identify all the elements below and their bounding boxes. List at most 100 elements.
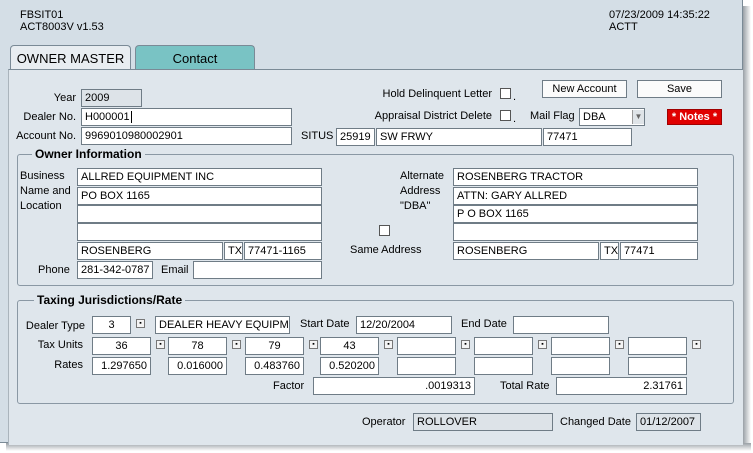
alternate-label-2: Address [400, 185, 441, 197]
dealer-type-label: Dealer Type [25, 320, 85, 332]
tax-unit-4-field[interactable]: 43 [320, 337, 379, 355]
main-window: FBSIT01 ACT8003V v1.53 07/23/2009 14:35:… [0, 0, 743, 445]
hold-delinquent-label: Hold Delinquent Letter [382, 88, 492, 100]
rate-7-field[interactable] [551, 357, 610, 375]
alt-line2-field[interactable]: ATTN: GARY ALLRED [453, 187, 698, 205]
account-no-label: Account No. [16, 130, 76, 142]
total-rate-field[interactable]: 2.31761 [556, 377, 687, 395]
end-date-label: End Date [461, 318, 507, 330]
year-label: Year [53, 92, 76, 104]
hold-delinquent-dot: . [513, 91, 517, 103]
tax-unit-6-spin-icon[interactable]: ▪ [538, 340, 547, 349]
end-date-field[interactable] [513, 316, 609, 334]
tax-unit-8-spin-icon[interactable]: ▪ [692, 340, 701, 349]
tax-unit-7-spin-icon[interactable]: ▪ [615, 340, 624, 349]
year-field[interactable]: 2009 [81, 89, 142, 107]
situs-zip-field[interactable]: 77471 [543, 128, 632, 146]
dealer-no-value: H000001 [85, 111, 130, 123]
dealer-type-code-field[interactable]: 3 [92, 316, 131, 334]
email-label: Email [161, 264, 189, 276]
rate-3-field[interactable]: 0.483760 [245, 357, 304, 375]
total-rate-label: Total Rate [500, 380, 550, 392]
alternate-label-3: "DBA" [400, 200, 431, 212]
dealer-type-desc-field[interactable]: DEALER HEAVY EQUIPMEN [155, 316, 290, 334]
phone-label: Phone [38, 264, 70, 276]
tax-unit-3-field[interactable]: 79 [245, 337, 304, 355]
rate-2-field[interactable]: 0.016000 [168, 357, 227, 375]
same-address-label: Same Address [350, 244, 422, 256]
text-cursor [130, 111, 132, 123]
dealer-no-label: Dealer No. [23, 111, 76, 123]
alt-zip-field[interactable]: 77471 [620, 242, 698, 260]
situs-label: SITUS [301, 130, 334, 142]
rate-1-field[interactable]: 1.297650 [92, 357, 151, 375]
alt-line1-field[interactable]: ROSENBERG TRACTOR [453, 168, 698, 186]
owner-state-field[interactable]: TX [224, 242, 243, 260]
situs-street-field[interactable]: SW FRWY [376, 128, 542, 146]
mail-flag-label: Mail Flag [530, 110, 575, 122]
owner-line3-field[interactable] [77, 205, 322, 223]
alt-city-field[interactable]: ROSENBERG [453, 242, 599, 260]
factor-field[interactable]: .0019313 [313, 377, 475, 395]
tax-unit-4-spin-icon[interactable]: ▪ [384, 340, 393, 349]
dealer-no-field[interactable]: H000001 [81, 108, 292, 126]
new-account-button[interactable]: New Account [542, 80, 627, 98]
appraisal-delete-checkbox[interactable] [500, 110, 511, 121]
tax-unit-1-spin-icon[interactable]: ▪ [156, 340, 165, 349]
tax-unit-1-field[interactable]: 36 [92, 337, 151, 355]
owner-line2-field[interactable]: PO BOX 1165 [77, 187, 322, 205]
factor-label: Factor [273, 380, 305, 392]
start-date-label: Start Date [300, 318, 350, 330]
operator-label: Operator [362, 416, 406, 428]
alt-state-field[interactable]: TX [600, 242, 619, 260]
notes-button[interactable]: * Notes * [667, 109, 722, 125]
business-label-1: Business [20, 170, 65, 182]
header-datetime: 07/23/2009 14:35:22 [609, 9, 710, 21]
tax-unit-5-field[interactable] [397, 337, 456, 355]
tax-unit-5-spin-icon[interactable]: ▪ [461, 340, 470, 349]
business-label-2: Name and [20, 185, 71, 197]
email-field[interactable] [193, 261, 322, 279]
account-no-field[interactable]: 9969010980002901 [81, 127, 292, 145]
taxing-jurisdictions-title: Taxing Jurisdictions/Rate [34, 293, 186, 307]
business-label-3: Location [20, 200, 62, 212]
mail-flag-value: DBA [583, 111, 606, 123]
same-address-checkbox[interactable] [379, 225, 390, 236]
hold-delinquent-checkbox[interactable] [500, 88, 511, 99]
tab-contact[interactable]: Contact [135, 45, 255, 70]
save-button[interactable]: Save [637, 80, 722, 98]
rate-8-field[interactable] [628, 357, 687, 375]
tax-unit-8-field[interactable] [628, 337, 687, 355]
tax-unit-6-field[interactable] [474, 337, 533, 355]
appraisal-delete-label: Appraisal District Delete [374, 110, 492, 122]
rate-5-field[interactable] [397, 357, 456, 375]
alt-line4-field[interactable] [453, 223, 698, 241]
tax-units-label: Tax Units [37, 339, 83, 351]
owner-line4-field[interactable] [77, 223, 322, 241]
window-shadow-right [743, 6, 751, 451]
tax-unit-7-field[interactable] [551, 337, 610, 355]
tax-unit-3-spin-icon[interactable]: ▪ [309, 340, 318, 349]
chevron-down-icon[interactable]: ▼ [632, 110, 644, 124]
start-date-field[interactable]: 12/20/2004 [356, 316, 452, 334]
appraisal-delete-dot: . [513, 113, 517, 125]
rate-4-field[interactable]: 0.520200 [320, 357, 379, 375]
rate-6-field[interactable] [474, 357, 533, 375]
owner-line1-field[interactable]: ALLRED EQUIPMENT INC [77, 168, 322, 186]
tab-owner-master[interactable]: OWNER MASTER [10, 45, 131, 70]
form-id: FBSIT01 [20, 9, 64, 21]
form-version: ACT8003V v1.53 [20, 21, 104, 33]
tax-unit-2-spin-icon[interactable]: ▪ [232, 340, 241, 349]
situs-number-field[interactable]: 25919 [336, 128, 375, 146]
owner-city-field[interactable]: ROSENBERG [77, 242, 223, 260]
header-database: ACTT [609, 21, 638, 33]
phone-field[interactable]: 281-342-0787 [77, 261, 153, 279]
mail-flag-select[interactable]: DBA ▼ [579, 108, 645, 126]
tax-unit-2-field[interactable]: 78 [168, 337, 227, 355]
alt-line3-field[interactable]: P O BOX 1165 [453, 205, 698, 223]
alternate-label-1: Alternate [400, 170, 445, 182]
owner-zip-field[interactable]: 77471-1165 [244, 242, 322, 260]
dealer-type-spin-icon[interactable]: ▪ [136, 319, 145, 328]
changed-date-field: 01/12/2007 [636, 413, 701, 431]
changed-date-label: Changed Date [560, 416, 631, 428]
